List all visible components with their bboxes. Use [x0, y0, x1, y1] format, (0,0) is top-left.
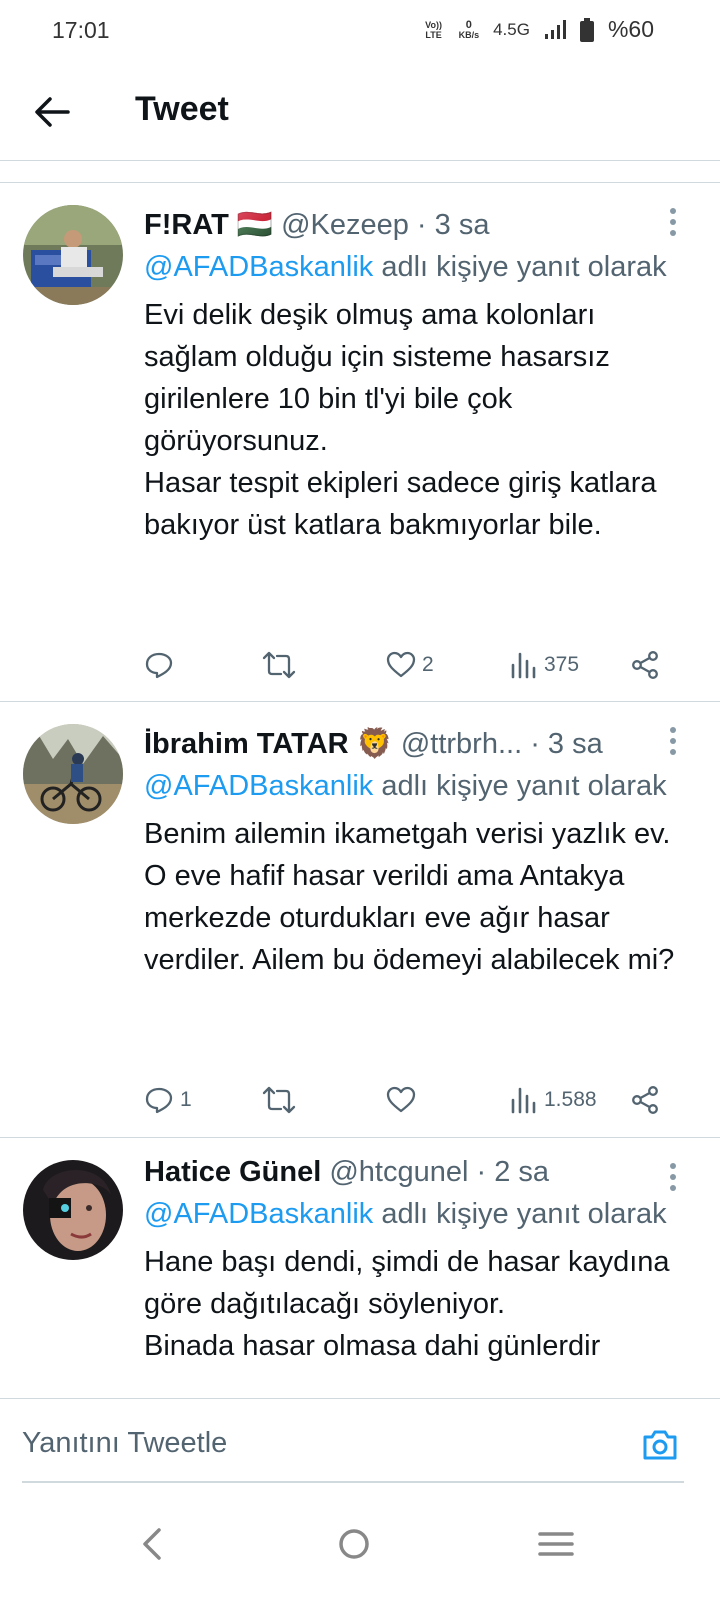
views-button[interactable]: 375 — [510, 645, 579, 685]
share-icon — [632, 651, 658, 679]
tweet-item[interactable]: İbrahim TATAR 🦁 @ttrbrh... · 3 sa @AFADB… — [0, 702, 720, 1136]
reply-context: @AFADBaskanlik adlı kişiye yanıt olarak — [144, 766, 692, 807]
tweet-text: Evi delik deşik olmuş ama kolonları sağl… — [144, 299, 657, 541]
volte-indicator: Vo)) LTE — [425, 19, 442, 40]
status-icons: Vo)) LTE 0 KB/s 4.5G %60 — [423, 16, 654, 43]
retweet-icon — [262, 651, 296, 679]
avatar[interactable] — [23, 1160, 123, 1260]
battery-percent: %60 — [607, 16, 654, 42]
views-count: 375 — [544, 653, 580, 676]
reply-composer: Yanıtını Tweetle — [0, 1398, 720, 1483]
retweet-button[interactable] — [262, 1080, 302, 1120]
like-button[interactable] — [386, 1080, 422, 1120]
tweet-item[interactable]: Hatice Günel @htcgunel · 2 sa @AFADBaska… — [0, 1138, 720, 1398]
reply-context: @AFADBaskanlik adlı kişiye yanıt olarak — [144, 1194, 692, 1235]
nav-home-icon[interactable] — [324, 1514, 384, 1574]
tweet-header: İbrahim TATAR 🦁 @ttrbrh... · 3 sa — [144, 724, 692, 764]
display-name[interactable]: Hatice Günel — [144, 1156, 321, 1188]
heart-icon — [386, 1086, 416, 1113]
reply-input[interactable]: Yanıtını Tweetle — [22, 1427, 227, 1460]
reply-icon — [145, 652, 173, 679]
battery-icon — [579, 17, 594, 42]
reply-context-text: adlı kişiye yanıt olarak — [373, 251, 667, 283]
views-count: 1.588 — [544, 1088, 597, 1111]
nav-menu-icon[interactable] — [526, 1514, 586, 1574]
network-speed: 0 KB/s — [458, 18, 480, 40]
display-name[interactable]: F!RAT 🇭🇺 — [144, 209, 273, 241]
tweet-time[interactable]: 3 sa — [435, 209, 490, 241]
share-icon — [632, 1086, 658, 1114]
tweet-text: Hane başı dendi, şimdi de hasar kaydına … — [144, 1246, 670, 1362]
mention-link[interactable]: @AFADBaskanlik — [144, 770, 373, 802]
views-icon — [511, 1087, 536, 1114]
mention-link[interactable]: @AFADBaskanlik — [144, 251, 373, 283]
tweet-body: F!RAT 🇭🇺 @Kezeep · 3 sa @AFADBaskanlik a… — [144, 205, 692, 546]
network-speed-unit: KB/s — [458, 29, 480, 40]
views-button[interactable]: 1.588 — [510, 1080, 597, 1120]
separator-dot: · — [476, 1156, 487, 1188]
network-speed-value: 0 — [465, 18, 472, 31]
reply-input-underline — [22, 1481, 684, 1483]
avatar[interactable] — [23, 724, 123, 824]
mention-link[interactable]: @AFADBaskanlik — [144, 1198, 373, 1230]
nav-back-icon[interactable] — [122, 1514, 182, 1574]
display-name[interactable]: İbrahim TATAR 🦁 — [144, 728, 393, 760]
tweet-body: İbrahim TATAR 🦁 @ttrbrh... · 3 sa @AFADB… — [144, 724, 692, 981]
tweet-body: Hatice Günel @htcgunel · 2 sa @AFADBaska… — [144, 1152, 692, 1367]
reply-context-text: adlı kişiye yanıt olarak — [373, 770, 667, 802]
tweet-actions: 1 1.588 — [144, 1080, 684, 1120]
status-bar: 17:01 Vo)) LTE 0 KB/s 4.5G %60 — [0, 0, 720, 62]
app-bar: Tweet — [0, 62, 720, 160]
share-button[interactable] — [630, 1080, 660, 1120]
header-divider — [0, 160, 720, 161]
tweet-time[interactable]: 2 sa — [494, 1156, 549, 1188]
user-handle[interactable]: @htcgunel — [329, 1156, 468, 1188]
page-title: Tweet — [135, 90, 229, 128]
tweet-header: F!RAT 🇭🇺 @Kezeep · 3 sa — [144, 205, 692, 245]
reply-button[interactable]: 1 — [144, 1080, 192, 1120]
separator-dot: · — [416, 209, 427, 241]
user-handle[interactable]: @Kezeep — [281, 209, 409, 241]
reply-context: @AFADBaskanlik adlı kişiye yanıt olarak — [144, 247, 692, 288]
avatar[interactable] — [23, 205, 123, 305]
signal-icon — [544, 19, 566, 39]
back-arrow-icon[interactable] — [30, 90, 74, 134]
tweet-actions: 2 375 — [144, 645, 684, 685]
heart-icon — [386, 651, 416, 678]
share-button[interactable] — [630, 645, 660, 685]
views-icon — [511, 652, 536, 679]
tweet-item[interactable]: F!RAT 🇭🇺 @Kezeep · 3 sa @AFADBaskanlik a… — [0, 183, 720, 700]
like-button[interactable]: 2 — [386, 645, 434, 685]
tweet-text: Benim ailemin ikametgah verisi yazlık ev… — [144, 818, 675, 976]
separator-dot: · — [530, 728, 540, 760]
user-handle[interactable]: @ttrbrh... — [401, 728, 522, 760]
like-count: 2 — [422, 653, 434, 676]
tweet-header: Hatice Günel @htcgunel · 2 sa — [144, 1152, 692, 1192]
reply-icon — [145, 1087, 173, 1114]
status-time: 17:01 — [52, 17, 110, 43]
reply-button[interactable] — [144, 645, 180, 685]
reply-context-text: adlı kişiye yanıt olarak — [373, 1198, 667, 1230]
tweet-time[interactable]: 3 sa — [548, 728, 603, 760]
reply-count: 1 — [180, 1088, 192, 1111]
retweet-button[interactable] — [262, 645, 302, 685]
camera-icon[interactable] — [640, 1425, 680, 1465]
network-type: 4.5G — [493, 19, 530, 39]
retweet-icon — [262, 1086, 296, 1114]
system-nav-bar — [0, 1484, 720, 1600]
